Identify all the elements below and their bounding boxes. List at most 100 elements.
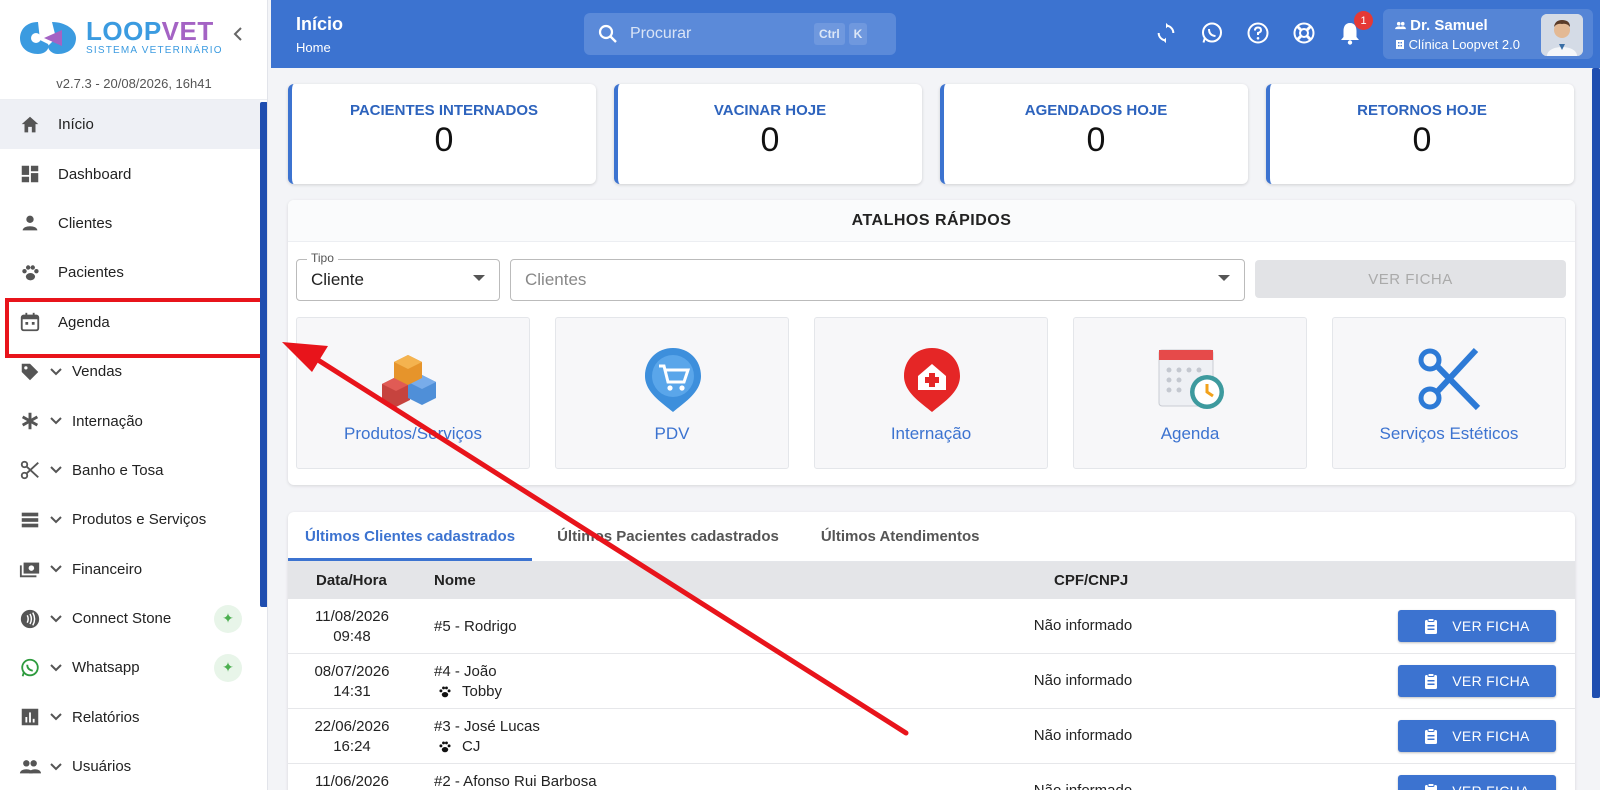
stat-value: 0: [1412, 121, 1432, 159]
sidebar-item-label: Produtos e Serviços: [72, 511, 207, 529]
row-datetime: 11/06/2026: [288, 772, 416, 790]
quick-shortcuts-title: ATALHOS RÁPIDOS: [288, 200, 1575, 242]
search-bar[interactable]: Ctrl K: [584, 13, 896, 55]
sidebar-item-inicio[interactable]: Início: [0, 100, 260, 150]
chevron-down-icon: [48, 660, 64, 676]
sidebar-item-agenda[interactable]: Agenda: [0, 297, 267, 359]
row-cpf: Não informado: [1033, 727, 1133, 744]
shortcut-produtos-servicos[interactable]: Produtos/Serviços: [296, 317, 530, 469]
row-date: 22/06/2026: [314, 718, 390, 735]
avatar[interactable]: [1541, 14, 1583, 56]
shortcut-label: Produtos/Serviços: [344, 424, 482, 443]
whatsapp-button[interactable]: [1197, 18, 1227, 48]
table-row: 11/06/2026 #2 - Afonso Rui Barbosa Não i…: [288, 764, 1575, 790]
user-menu[interactable]: Dr. Samuel Clínica Loopvet 2.0: [1383, 9, 1593, 59]
cash-icon: [18, 557, 42, 581]
table-row: 08/07/2026 14:31 #4 - João Tobby Não info…: [288, 654, 1575, 709]
sidebar-item-label: Financeiro: [72, 560, 143, 578]
row-name: #4 - João Tobby: [434, 662, 502, 702]
tab-ultimos-clientes[interactable]: Últimos Clientes cadastrados: [288, 512, 533, 561]
ver-ficha-button[interactable]: VER FICHA: [1398, 610, 1556, 642]
sidebar-item-label: Vendas: [72, 363, 123, 381]
sidebar-item-label: Pacientes: [58, 264, 124, 282]
sidebar-item-label: Banho e Tosa: [72, 461, 164, 479]
support-button[interactable]: [1289, 18, 1319, 48]
row-client-name: #3 - José Lucas: [434, 718, 540, 735]
breadcrumb[interactable]: Home: [296, 40, 331, 55]
col-header-cpf: CPF/CNPJ: [1054, 572, 1129, 589]
paw-icon: [439, 686, 451, 698]
sidebar-item-label: Relatórios: [72, 708, 140, 726]
user-avatar-icon: [1541, 14, 1583, 56]
row-name: #2 - Afonso Rui Barbosa: [434, 773, 597, 790]
sidebar-item-banho-e-tosa[interactable]: Banho e Tosa: [0, 446, 260, 495]
main-scrollbar[interactable]: [1592, 68, 1600, 698]
row-pet-name: CJ: [462, 738, 481, 755]
sidebar-nav: Início Dashboard Clientes Pacientes Agen…: [0, 100, 267, 790]
sidebar-item-dashboard[interactable]: Dashboard: [0, 149, 260, 198]
row-pet-name: Tobby: [462, 683, 503, 700]
sidebar-item-financeiro[interactable]: Financeiro: [0, 545, 260, 594]
chevron-down-icon: [48, 413, 64, 429]
row-cpf: Não informado: [988, 782, 1178, 790]
chevron-down-icon: [48, 512, 64, 528]
ver-ficha-button[interactable]: VER FICHA: [1398, 665, 1556, 697]
sidebar-item-label: Dashboard: [58, 165, 132, 183]
clinic-name: Clínica Loopvet 2.0: [1395, 37, 1520, 52]
sidebar-item-produtos-e-servicos[interactable]: Produtos e Serviços: [0, 495, 260, 544]
brand-name-vet: VET: [161, 16, 214, 46]
contactless-icon: [18, 607, 42, 631]
stat-label: VACINAR HOJE: [713, 102, 827, 119]
ver-ficha-label: VER FICHA: [1452, 783, 1529, 790]
asterisk-icon: [18, 409, 42, 433]
shortcut-label: Internação: [890, 424, 972, 443]
shortcut-pdv[interactable]: PDV: [555, 317, 789, 469]
header-actions: 1: [1151, 11, 1373, 48]
stat-card-pacientes-internados[interactable]: PACIENTES INTERNADOS 0: [288, 84, 596, 184]
sidebar-item-label: Internação: [72, 412, 143, 430]
calendar-icon: [18, 310, 42, 334]
app-version: v2.7.3 - 20/08/2026, 16h41: [56, 76, 212, 91]
tab-ultimos-atendimentos[interactable]: Últimos Atendimentos: [804, 512, 997, 561]
sidebar-item-clientes[interactable]: Clientes: [0, 199, 260, 248]
lifebuoy-icon: [1293, 22, 1315, 44]
sidebar-item-vendas[interactable]: Vendas: [0, 347, 260, 396]
chevron-left-icon: [233, 27, 242, 41]
shortcut-agenda[interactable]: Agenda: [1073, 317, 1307, 469]
shortcut-label: Agenda: [1160, 424, 1220, 443]
row-pet: CJ: [438, 737, 540, 757]
shortcut-label: Serviços Estéticos: [1379, 424, 1519, 443]
recent-records-panel: Últimos Clientes cadastrados Últimos Pac…: [288, 512, 1575, 790]
sync-button[interactable]: [1151, 18, 1181, 48]
stat-label: RETORNOS HOJE: [1357, 102, 1487, 119]
row-pet: Tobby: [438, 682, 502, 702]
client-select[interactable]: Clientes: [510, 259, 1245, 301]
notifications-button[interactable]: 1: [1335, 11, 1373, 48]
party-icon: ✦: [214, 653, 242, 682]
stat-card-retornos-hoje[interactable]: RETORNOS HOJE 0: [1266, 84, 1574, 184]
shortcut-servicos-esteticos[interactable]: Serviços Estéticos: [1332, 317, 1566, 469]
search-input[interactable]: [630, 25, 810, 43]
row-datetime: 11/08/2026 09:48: [288, 607, 416, 647]
shortcut-internacao[interactable]: Internação: [814, 317, 1048, 469]
ver-ficha-button[interactable]: VER FICHA: [1398, 720, 1556, 752]
sidebar-item-relatorios[interactable]: Relatórios: [0, 693, 260, 742]
notification-badge: 1: [1354, 11, 1373, 30]
sidebar: LOOPVET SISTEMA VETERINÁRIO v2.7.3 - 20/…: [0, 0, 268, 790]
sidebar-scrollbar[interactable]: [260, 102, 267, 607]
clipboard-icon: [1425, 618, 1438, 634]
stat-card-vacinar-hoje[interactable]: VACINAR HOJE 0: [614, 84, 922, 184]
ver-ficha-button[interactable]: VER FICHA: [1398, 775, 1556, 790]
sidebar-item-label: Início: [58, 116, 94, 134]
collapse-sidebar-button[interactable]: [228, 22, 248, 46]
help-button[interactable]: [1243, 18, 1273, 48]
stat-card-agendados-hoje[interactable]: AGENDADOS HOJE 0: [940, 84, 1248, 184]
sidebar-item-label: Whatsapp: [72, 659, 140, 677]
type-select[interactable]: Tipo Cliente: [296, 251, 500, 301]
tab-ultimos-pacientes[interactable]: Últimos Pacientes cadastrados: [540, 512, 796, 561]
sidebar-item-internacao[interactable]: Internação: [0, 396, 260, 445]
sidebar-item-whatsapp[interactable]: Whatsapp ✦: [0, 643, 260, 692]
sidebar-item-connect-stone[interactable]: Connect Stone ✦: [0, 594, 260, 643]
sidebar-item-usuarios[interactable]: Usuários: [0, 742, 260, 790]
sidebar-item-pacientes[interactable]: Pacientes: [0, 248, 260, 297]
